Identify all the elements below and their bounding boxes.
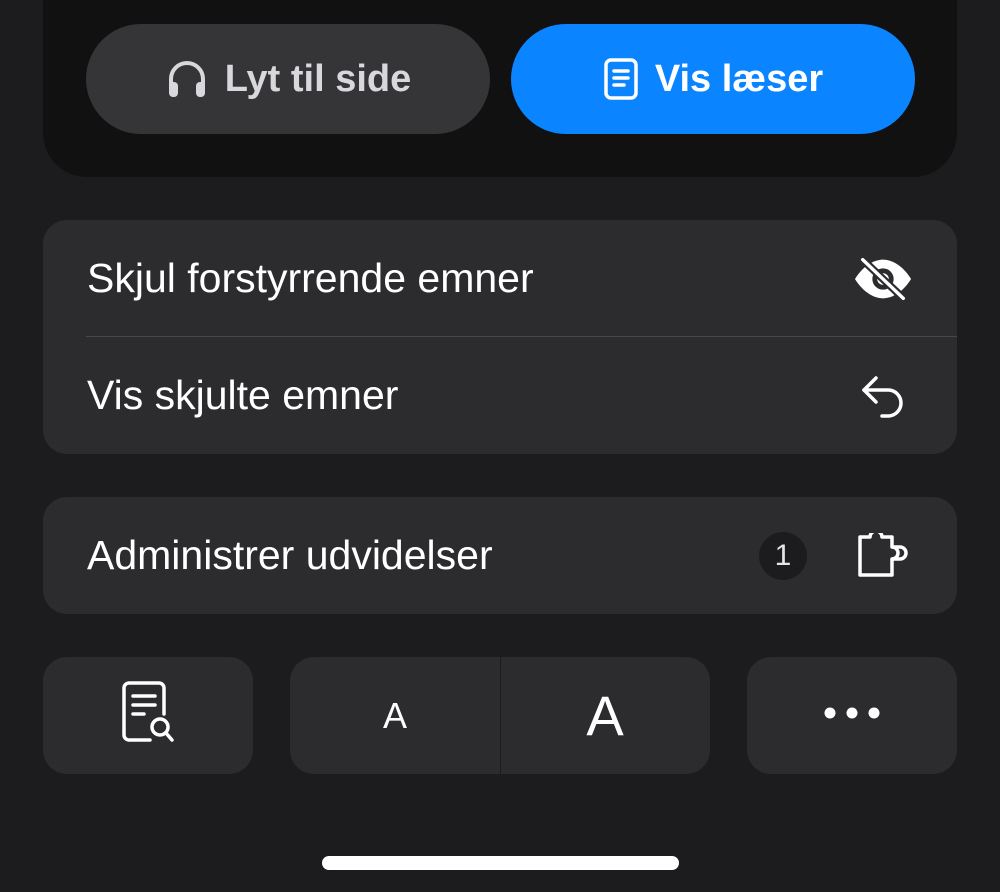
find-on-page-button[interactable] — [43, 657, 253, 774]
extensions-count-badge: 1 — [759, 531, 807, 580]
more-options-button[interactable] — [747, 657, 957, 774]
undo-arrow-icon — [853, 366, 913, 426]
manage-extensions-row[interactable]: Administrer udvidelser 1 — [43, 497, 957, 614]
hide-distracting-items-row[interactable]: Skjul forstyrrende emner — [43, 220, 957, 337]
manage-extensions-label: Administrer udvidelser — [87, 532, 493, 578]
show-hidden-items-row[interactable]: Vis skjulte emner — [43, 337, 957, 454]
font-size-control: A A — [290, 657, 710, 774]
extensions-menu-group: Administrer udvidelser 1 — [43, 497, 957, 614]
find-in-page-icon — [120, 680, 176, 751]
listen-to-page-label: Lyt til side — [224, 57, 412, 100]
home-indicator[interactable] — [322, 856, 679, 870]
hide-distracting-items-label: Skjul forstyrrende emner — [87, 255, 534, 301]
show-reader-button[interactable]: Vis læser — [511, 24, 915, 134]
show-hidden-items-label: Vis skjulte emner — [87, 372, 399, 418]
eye-slash-icon — [853, 249, 913, 309]
listen-to-page-button[interactable]: Lyt til side — [86, 24, 490, 134]
headphones-icon — [165, 57, 209, 101]
content-menu-group: Skjul forstyrrende emner Vis skjulte emn… — [43, 220, 957, 454]
ellipsis-icon — [824, 706, 880, 725]
puzzle-piece-icon — [853, 526, 913, 586]
decrease-font-size-button[interactable]: A — [290, 657, 500, 774]
reader-doc-icon — [603, 57, 639, 101]
increase-font-size-button[interactable]: A — [500, 657, 710, 774]
show-reader-label: Vis læser — [654, 57, 824, 100]
